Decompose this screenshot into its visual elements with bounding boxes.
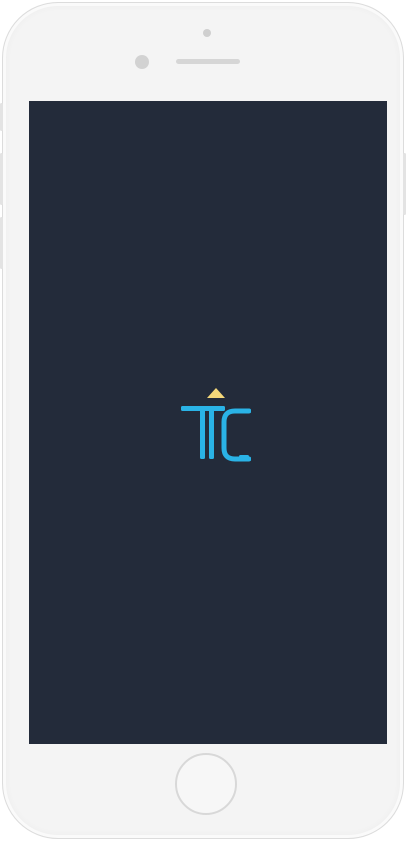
front-camera	[135, 55, 149, 69]
splash-screen	[29, 101, 387, 744]
home-button[interactable]	[175, 753, 237, 815]
logo-roof-icon	[207, 388, 225, 398]
tc-logo-icon	[181, 388, 251, 462]
volume-down-button	[0, 217, 3, 269]
power-button	[403, 153, 406, 215]
earpiece-speaker	[176, 59, 240, 64]
volume-up-button	[0, 153, 3, 205]
logo-c-tick	[239, 455, 249, 460]
logo-c-shape	[221, 408, 251, 462]
logo-t-stem-right	[209, 406, 214, 459]
proximity-sensor	[203, 29, 211, 37]
mute-switch	[0, 103, 3, 131]
phone-frame	[0, 2, 406, 839]
logo-t-stem-left	[200, 406, 205, 459]
